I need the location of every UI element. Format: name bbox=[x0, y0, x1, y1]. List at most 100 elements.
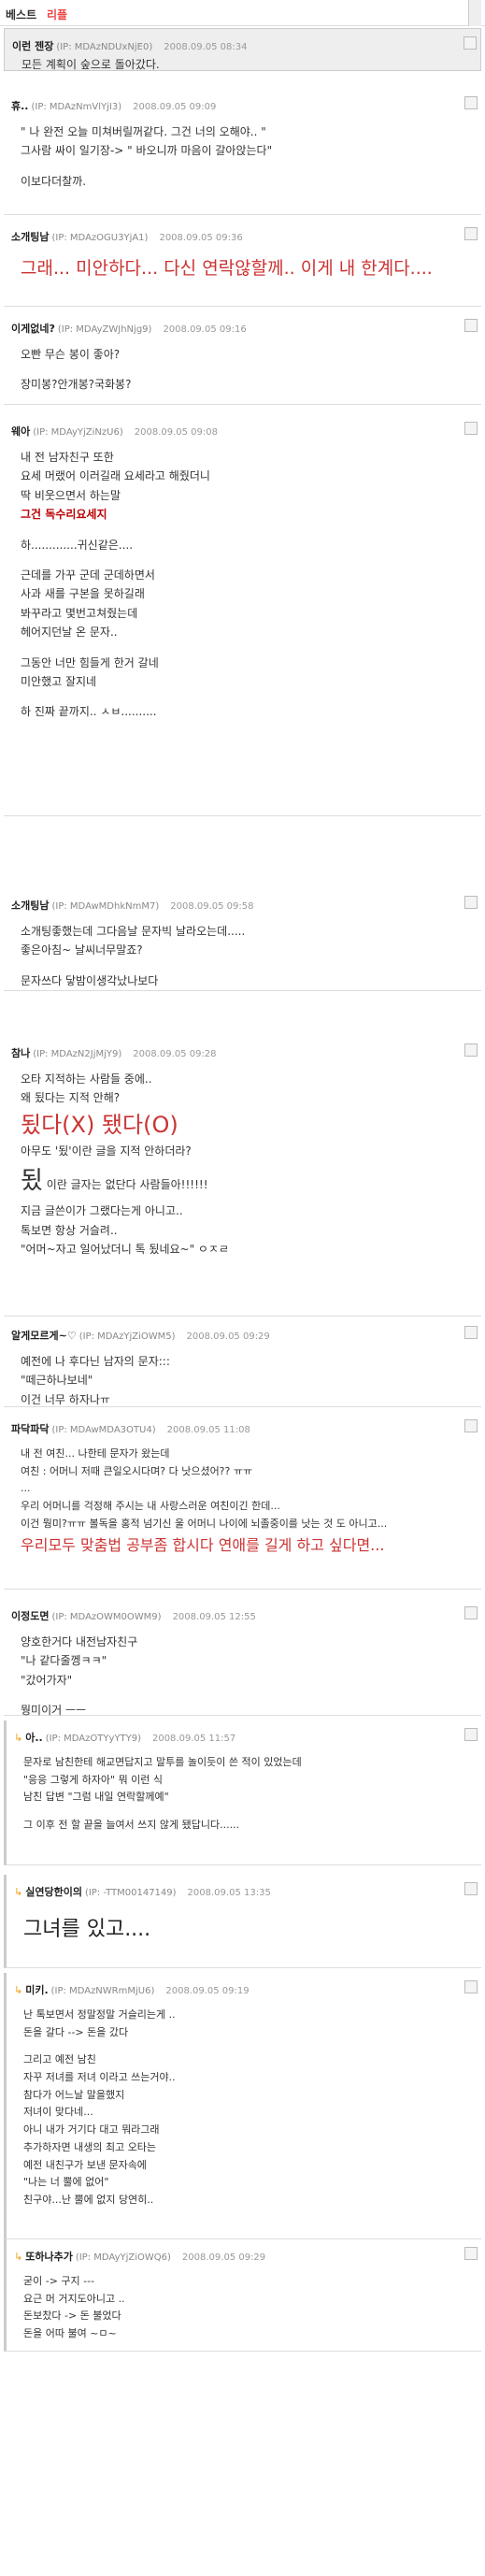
comment-date: 2008.09.05 09:09 bbox=[133, 102, 217, 112]
comment-line: 돈을 어따 불여 ~ㅁ~ bbox=[23, 2327, 117, 2340]
comment-date: 2008.09.05 13:35 bbox=[187, 1888, 271, 1898]
comment-line: " 나 완전 오늘 미쳐버릴꺼같다. 그건 너의 오해야.. " bbox=[21, 125, 266, 138]
comment-action-icon[interactable] bbox=[464, 422, 478, 435]
comment-line: 문자로 남친한테 해교면답지고 말투를 놀이듯이 쓴 적이 있었는데 bbox=[23, 1756, 302, 1768]
comment-author[interactable]: 실연당한이의 bbox=[25, 1886, 82, 1898]
reply-item: ↳ 미키. (IP: MDAzNWRmMjU6) 2008.09.05 09:19 난… bbox=[4, 1973, 481, 2239]
comment-line bbox=[21, 960, 463, 971]
comment-line: 미안했고 잘지네 bbox=[21, 674, 97, 688]
section-title-best: 베스트 bbox=[6, 8, 37, 22]
comment-author[interactable]: 이게없네? bbox=[11, 323, 55, 335]
comment-line: 좋은아침~ 날씨너무말죠? bbox=[21, 943, 143, 957]
comment-ip: (IP: MDAyZWJhNjg9) bbox=[57, 324, 152, 335]
comment-line: 오빤 무슨 봉이 좋아? bbox=[21, 348, 121, 361]
comment-line: 헤어지던날 온 문자.. bbox=[21, 626, 118, 640]
comment-author[interactable]: 파닥파닥 bbox=[11, 1423, 49, 1435]
comment-line: 우리 어머니를 걱정해 주시는 내 사랑스러운 여친이긴 한데... bbox=[21, 1500, 280, 1513]
comment-date: 2008.09.05 09:08 bbox=[134, 427, 219, 438]
comment-author[interactable]: 소개팅남 bbox=[11, 231, 49, 243]
comment-action-icon[interactable] bbox=[464, 1728, 478, 1741]
comment-author[interactable]: 아.. bbox=[25, 1732, 42, 1744]
section-header: 베스트 리플 bbox=[0, 0, 485, 26]
comment-line: 참다가 어느날 말을했지 bbox=[23, 2088, 125, 2101]
comment-date: 2008.09.05 09:36 bbox=[159, 233, 243, 243]
comment-line: 톡보면 항상 거슬려.. bbox=[21, 1223, 118, 1237]
comment-author[interactable]: 참나 bbox=[11, 1047, 30, 1059]
comment-line: 내 전 남자친구 또한 bbox=[21, 451, 114, 464]
comment-line: 양호한거다 내전남자친구 bbox=[21, 1635, 138, 1648]
comment-author[interactable]: 이정도면 bbox=[11, 1610, 49, 1622]
expand-icon[interactable] bbox=[468, 0, 481, 26]
comment-item: 이런 젠장 (IP: MDAzNDUxNjE0) 2008.09.05 08:34 … bbox=[4, 28, 481, 71]
comment-emphasis-char: 됬 bbox=[21, 1167, 43, 1196]
comment-line: 그건 독수리요세지 bbox=[21, 508, 107, 522]
comment-line: 뭥미이거 ㅡㅡ bbox=[21, 1704, 87, 1718]
comment-author[interactable]: 휴.. bbox=[11, 100, 28, 112]
comment-line bbox=[21, 642, 463, 654]
comment-emphasis: 우리모두 맞춤법 공부좀 합시다 연애를 길게 하고 싶다면... bbox=[21, 1536, 385, 1555]
comment-author[interactable]: 또하나추가 bbox=[25, 2251, 73, 2263]
comment-line bbox=[23, 1806, 463, 1817]
comment-line: "나는 너 뿔에 없어" bbox=[23, 2176, 109, 2189]
comment-author[interactable]: 미키. bbox=[25, 1984, 48, 1996]
comment-ip: (IP: MDAyYjZiOWQ6) bbox=[75, 2252, 171, 2263]
comment-action-icon[interactable] bbox=[464, 1419, 478, 1432]
reply-item: ↳ 아.. (IP: MDAzOTYyYTY9) 2008.09.05 11:57 문… bbox=[4, 1720, 481, 1865]
comment-line: ... bbox=[21, 1482, 31, 1495]
comment-line: "나 같다줄껭ㅋㅋ" bbox=[21, 1654, 107, 1668]
comment-line: 문자쓰다 닿밤이생각났나보다 bbox=[21, 973, 159, 987]
comment-date: 2008.09.05 09:58 bbox=[170, 901, 254, 912]
comment-line: 여친 : 어머니 저때 큰일오시다며? 다 낫으셨어?? ㅠㅠ bbox=[21, 1464, 253, 1477]
comment-action-icon[interactable] bbox=[464, 36, 477, 50]
comment-item: 소개팅남 (IP: MDAzOGU3YjA1) 2008.09.05 09:36 그… bbox=[4, 220, 481, 307]
comment-line: 그사람 싸이 일기장-> " 바오니까 마음이 갈아앉는다" bbox=[21, 144, 273, 158]
comment-action-icon[interactable] bbox=[464, 1606, 478, 1619]
comment-line: 모든 계획이 숲으로 돌아갔다. bbox=[21, 58, 160, 71]
comment-item: 웨아 (IP: MDAyYjZiNzU6) 2008.09.05 09:08 내 전… bbox=[4, 414, 481, 816]
comment-ip: (IP: MDAzNmVlYjI3) bbox=[31, 102, 122, 112]
comment-line: "어머~자고 일어났더니 톡 됬네요~" ㅇㅈㄹ bbox=[21, 1243, 230, 1257]
comment-ip: (IP: -TTM00147149) bbox=[84, 1888, 177, 1898]
comment-line: 굳이 -> 구지 --- bbox=[23, 2275, 95, 2287]
comment-emphasis: 됬다(X) 됐다(O) bbox=[21, 1111, 178, 1138]
comment-line: 그 이후 전 할 끝을 늘여서 쓰지 않게 됐답니다...... bbox=[23, 1819, 240, 1832]
comment-action-icon[interactable] bbox=[464, 2247, 478, 2260]
comment-line bbox=[21, 161, 463, 172]
comment-item: 이정도면 (IP: MDAzOWM0OWM9) 2008.09.05 12:55 양… bbox=[4, 1599, 481, 1717]
comment-line bbox=[21, 364, 463, 375]
comment-date: 2008.09.05 12:55 bbox=[172, 1612, 256, 1622]
comment-author[interactable]: 소개팅남 bbox=[11, 899, 49, 912]
comment-ip: (IP: MDAzNWRmMjU6) bbox=[50, 1986, 155, 1996]
comment-ip: (IP: MDAwMDA3OTU4) bbox=[51, 1425, 156, 1435]
comment-action-icon[interactable] bbox=[464, 1980, 478, 1993]
comment-line: 자꾸 저녀를 저녀 이라고 쓰는거야.. bbox=[23, 2071, 176, 2084]
comment-line: 친구야...난 뿔에 없지 당연히.. bbox=[23, 2193, 154, 2206]
comment-action-icon[interactable] bbox=[464, 96, 478, 109]
comment-action-icon[interactable] bbox=[464, 319, 478, 332]
comment-line: "응응 그렇게 하자아" 뭐 이런 식 bbox=[23, 1773, 164, 1786]
comment-date: 2008.09.05 09:29 bbox=[186, 1331, 270, 1342]
comment-ip: (IP: MDAzN2JjMjY9) bbox=[33, 1049, 122, 1059]
comment-line: 하.............귀신같은.... bbox=[21, 538, 134, 552]
comment-author[interactable]: 웨아 bbox=[11, 425, 30, 438]
comment-author[interactable]: 알게모르게~♡ bbox=[11, 1330, 77, 1342]
comment-action-icon[interactable] bbox=[464, 1326, 478, 1339]
comment-action-icon[interactable] bbox=[464, 1882, 478, 1895]
comment-line: 돈보찼다 -> 돈 불었다 bbox=[23, 2310, 121, 2323]
comment-date: 2008.09.05 09:16 bbox=[163, 324, 247, 335]
comment-ip: (IP: MDAzNDUxNjE0) bbox=[56, 42, 153, 52]
comment-author[interactable]: 이런 젠장 bbox=[12, 40, 53, 52]
comment-line bbox=[21, 1690, 463, 1701]
comment-line: 예전에 나 후다닌 남자의 문자::: bbox=[21, 1355, 170, 1368]
comment-line: 하 진짜 끝까지.. ㅅㅂ.......... bbox=[21, 705, 157, 719]
comment-emphasis: 그녀를 있고.... bbox=[23, 1918, 151, 1941]
comment-action-icon[interactable] bbox=[464, 1043, 478, 1057]
reply-arrow-icon: ↳ bbox=[14, 2251, 23, 2263]
comment-item: 소개팅남 (IP: MDAwMDhkNmM7) 2008.09.05 09:58 소… bbox=[4, 888, 481, 991]
comment-line: 돈을 갈다 --> 돈을 갔다 bbox=[23, 2025, 129, 2038]
comment-action-icon[interactable] bbox=[464, 896, 478, 909]
comment-line: 아무도 '됬'이란 글을 지적 안하더라? bbox=[21, 1144, 192, 1158]
comment-action-icon[interactable] bbox=[464, 227, 478, 240]
reply-arrow-icon: ↳ bbox=[14, 1732, 23, 1744]
comment-line: "떼근하나보네" bbox=[21, 1374, 93, 1388]
